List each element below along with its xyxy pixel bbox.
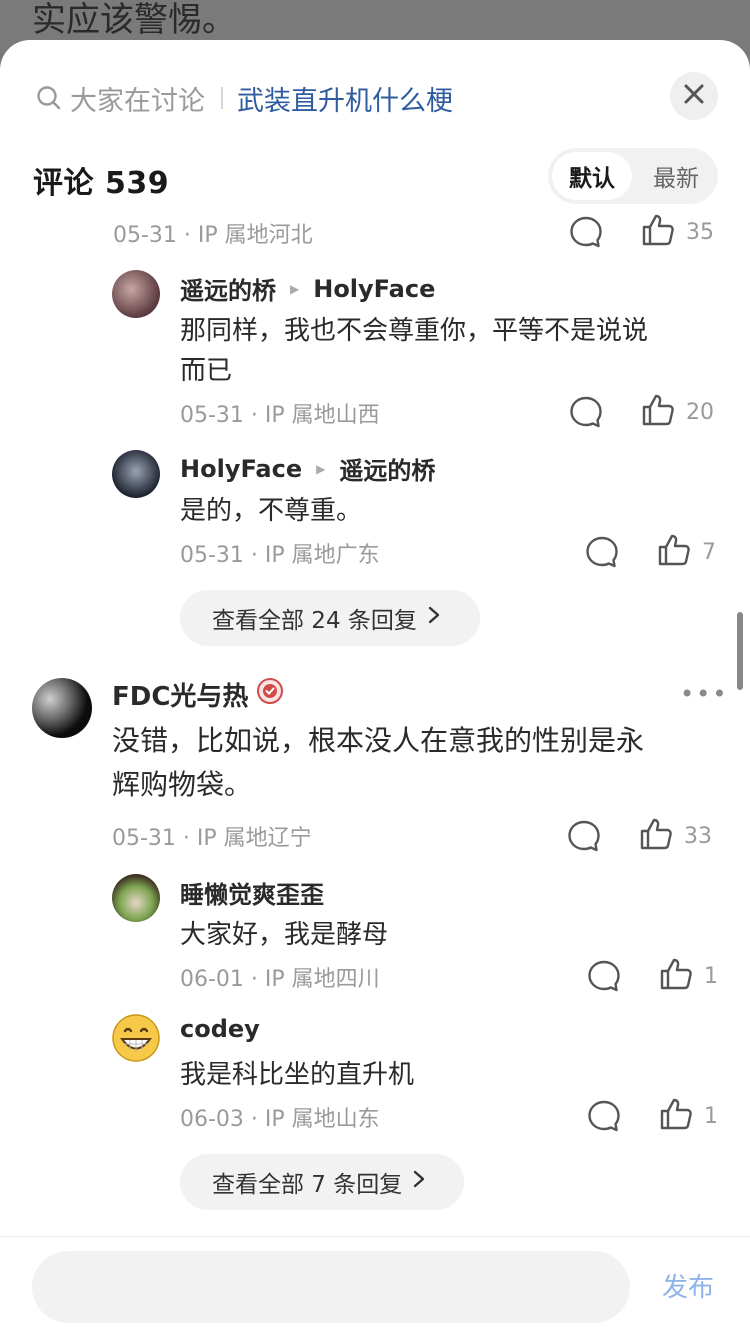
reply-arrow-icon: ▶	[290, 281, 300, 296]
like-count: 33	[684, 823, 712, 849]
like-count: 20	[686, 399, 714, 425]
reply-meta: 06-01 · IP 属地四川	[180, 967, 380, 992]
comment-text: 没错，比如说，根本没人在意我的性别是永 辉购物袋。	[112, 719, 644, 807]
reply-button[interactable]	[586, 1098, 622, 1138]
thumbs-up-icon	[640, 212, 676, 252]
close-button[interactable]	[670, 72, 718, 120]
reply-button[interactable]	[566, 818, 602, 858]
reply-to-user-name[interactable]: 遥远的桥	[339, 451, 435, 486]
comment-input-bar: 发布	[0, 1236, 750, 1334]
comment-meta: 05-31 · IP 属地辽宁	[112, 826, 312, 851]
more-options-button[interactable]: •••	[680, 680, 728, 708]
close-icon	[683, 83, 705, 109]
search-bar[interactable]: 大家在讨论 武装直升机什么梗	[36, 78, 453, 118]
comment-meta: 05-31 · IP 属地河北	[113, 223, 313, 248]
chevron-right-icon	[417, 605, 441, 631]
comments-count-title: 评论 539	[33, 166, 170, 201]
avatar[interactable]	[112, 874, 160, 922]
avatar[interactable]	[112, 1014, 160, 1062]
reply-button[interactable]	[586, 958, 622, 998]
sort-toggle: 默认 最新	[548, 148, 718, 204]
chevron-right-icon	[402, 1169, 426, 1195]
thumbs-up-icon	[656, 532, 692, 572]
view-all-replies-button[interactable]: 查看全部 24 条回复	[180, 590, 480, 646]
comment-bubble-icon	[586, 1098, 622, 1138]
reply-text-line: 而已	[180, 356, 233, 386]
background-page-text: 实应该警惕。	[32, 0, 236, 40]
avatar[interactable]	[112, 450, 160, 498]
comment-input[interactable]	[32, 1251, 630, 1323]
reply-user-name[interactable]: 遥远的桥	[180, 271, 276, 306]
reply-button[interactable]	[568, 394, 604, 434]
thumbs-up-icon	[658, 956, 694, 996]
reply-author: 遥远的桥 ▶ HolyFace	[180, 271, 435, 306]
reply-author: HolyFace ▶ 遥远的桥	[180, 451, 435, 486]
like-count: 1	[704, 1103, 718, 1129]
reply-meta: 05-31 · IP 属地山西	[180, 403, 380, 428]
like-count: 7	[702, 539, 716, 565]
reply-text: 我是科比坐的直升机	[180, 1060, 415, 1090]
thumbs-up-icon	[638, 816, 674, 856]
reply-text: 那同样，我也不会尊重你，平等不是说说 而已	[180, 311, 648, 391]
like-button[interactable]: 35	[640, 212, 714, 252]
comment-text-line: 没错，比如说，根本没人在意我的性别是永	[112, 724, 645, 757]
thumbs-up-icon	[640, 392, 676, 432]
search-icon	[36, 85, 62, 111]
thumbs-up-icon	[658, 1096, 694, 1136]
reply-button[interactable]	[584, 534, 620, 574]
like-button[interactable]: 33	[638, 816, 712, 856]
view-all-replies-button[interactable]: 查看全部 7 条回复	[180, 1154, 464, 1210]
sort-default-tab[interactable]: 默认	[552, 152, 632, 200]
reply-button[interactable]	[568, 214, 604, 254]
avatar[interactable]	[32, 678, 92, 738]
comment-bubble-icon	[584, 534, 620, 574]
reply-text: 是的，不尊重。	[180, 496, 363, 526]
reply-user-name[interactable]: HolyFace	[180, 455, 302, 483]
reply-arrow-icon: ▶	[316, 461, 326, 476]
view-all-replies-label: 查看全部 7 条回复	[212, 1172, 403, 1198]
reply-meta: 05-31 · IP 属地广东	[180, 543, 380, 568]
comment-text-line: 辉购物袋。	[112, 768, 253, 801]
reply-text: 大家好，我是酵母	[180, 920, 389, 950]
reply-author: codey	[180, 1015, 260, 1043]
publish-button[interactable]: 发布	[662, 1267, 714, 1304]
grinning-face-icon	[112, 1014, 160, 1062]
comment-bubble-icon	[568, 214, 604, 254]
comment-bubble-icon	[568, 394, 604, 434]
reply-text-line: 那同样，我也不会尊重你，平等不是说说	[180, 316, 649, 346]
scrollbar[interactable]	[737, 612, 743, 690]
like-count: 1	[704, 963, 718, 989]
like-button[interactable]: 1	[658, 956, 718, 996]
comment-bubble-icon	[566, 818, 602, 858]
like-button[interactable]: 1	[658, 1096, 718, 1136]
search-hint: 大家在讨论	[70, 85, 205, 117]
view-all-replies-label: 查看全部 24 条回复	[212, 608, 417, 634]
comments-sheet: 大家在讨论 武装直升机什么梗 评论 539 默认 最新 05-31 · IP 属…	[0, 40, 750, 1334]
avatar[interactable]	[112, 270, 160, 318]
reply-to-user-name[interactable]: HolyFace	[313, 275, 435, 303]
like-button[interactable]: 20	[640, 392, 714, 432]
reply-user-name[interactable]: 睡懒觉爽歪歪	[180, 875, 324, 910]
reply-author: 睡懒觉爽歪歪	[180, 875, 324, 910]
comment-author: FDC光与热	[112, 676, 284, 713]
reply-user-name[interactable]: codey	[180, 1015, 260, 1043]
comment-bubble-icon	[586, 958, 622, 998]
comment-user-name[interactable]: FDC光与热	[112, 676, 248, 713]
like-count: 35	[686, 219, 714, 245]
reply-meta: 06-03 · IP 属地山东	[180, 1107, 380, 1132]
like-button[interactable]: 7	[656, 532, 716, 572]
verified-badge-icon	[256, 677, 284, 712]
sort-newest-tab[interactable]: 最新	[640, 152, 712, 200]
search-topic-link[interactable]: 武装直升机什么梗	[237, 79, 453, 118]
search-divider	[221, 87, 223, 109]
